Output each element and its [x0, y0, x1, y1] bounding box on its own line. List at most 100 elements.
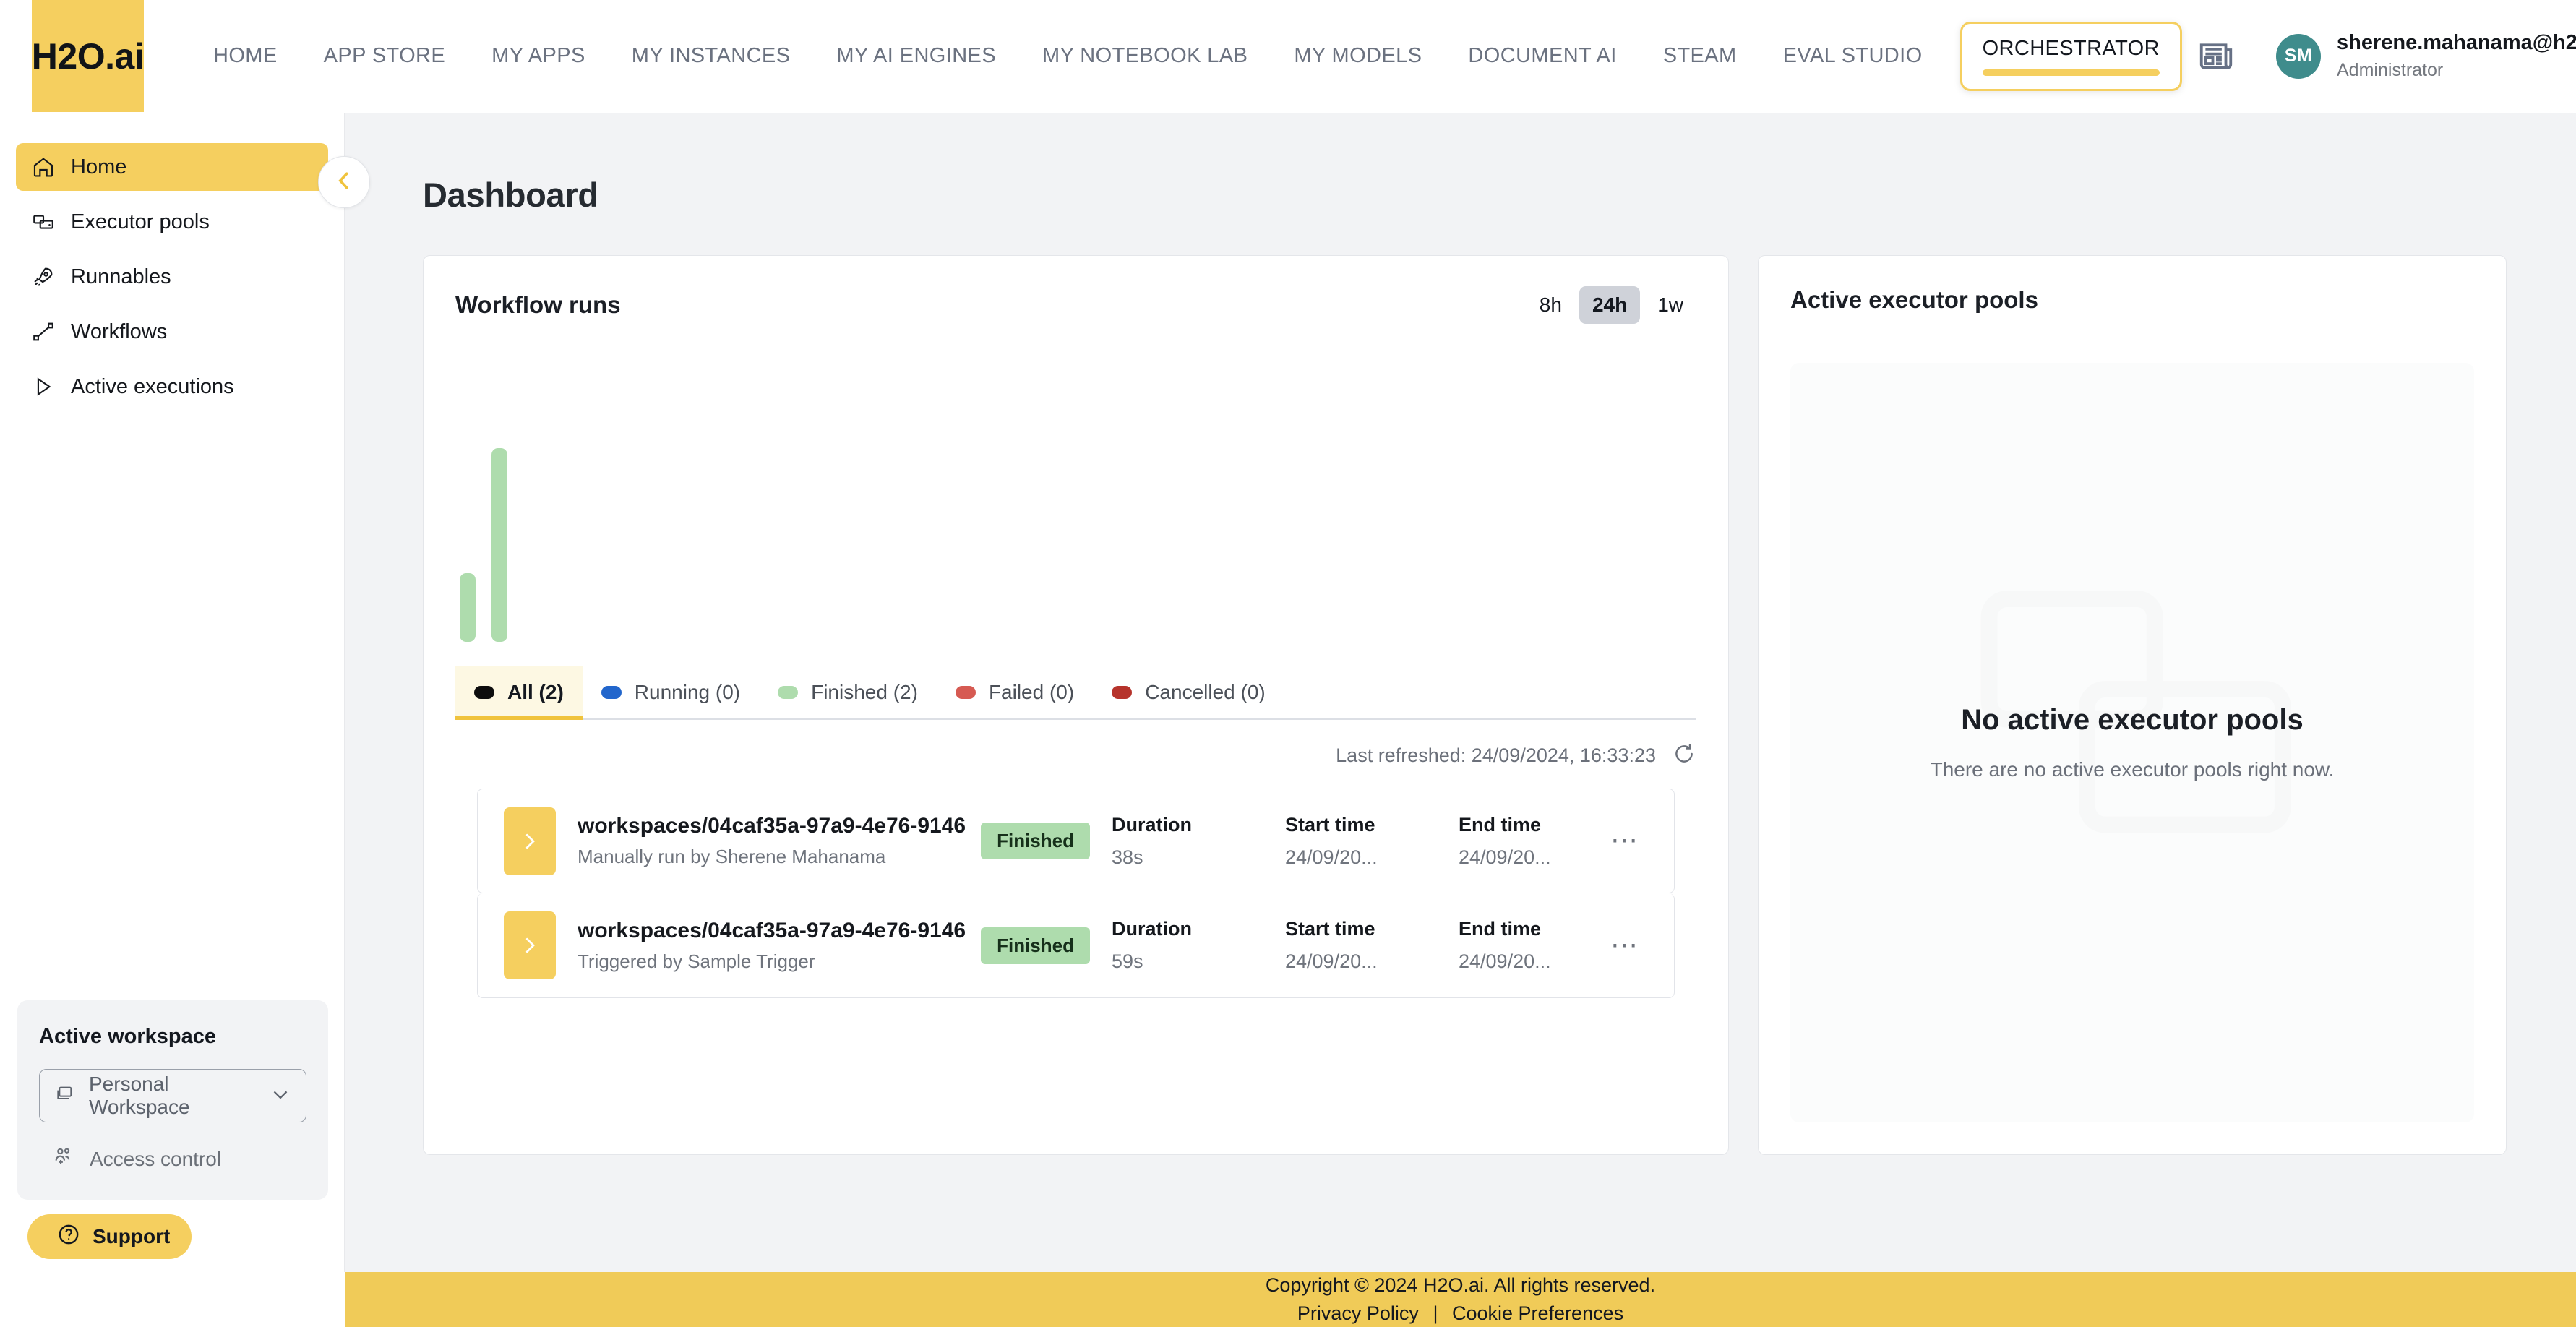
end-time-header: End time [1459, 813, 1542, 836]
nav-my-apps[interactable]: MY APPS [468, 0, 609, 112]
active-executor-pools-title: Active executor pools [1790, 286, 2038, 313]
run-play-button[interactable] [504, 911, 556, 979]
end-time-value: 24/09/20... [1459, 846, 1551, 868]
range-24h[interactable]: 24h [1579, 286, 1641, 324]
legend-label-cancelled: Cancelled (0) [1145, 681, 1266, 703]
run-end-time-col: End time 24/09/20... [1459, 918, 1610, 973]
sidebar-item-active-executions-label: Active executions [71, 374, 234, 398]
run-start-time-col: Start time 24/09/20... [1285, 918, 1437, 973]
user-email: sherene.mahanama@h2o.ai [2336, 31, 2576, 55]
nav-my-models[interactable]: MY MODELS [1271, 0, 1445, 112]
access-control-link[interactable]: Access control [39, 1144, 306, 1174]
duration-value: 59s [1112, 950, 1143, 972]
status-badge: Finished [981, 927, 1090, 964]
footer-separator: | [1433, 1302, 1438, 1324]
range-8h[interactable]: 8h [1527, 286, 1575, 324]
nav-home[interactable]: HOME [190, 0, 301, 112]
duration-header: Duration [1112, 813, 1192, 836]
legend-dot-cancelled [1112, 686, 1133, 699]
run-subtitle: Manually run by Sherene Mahanama [578, 846, 886, 867]
sidebar: Home Executor pools Runnables Workflows … [0, 113, 345, 1272]
users-add-icon [52, 1144, 77, 1174]
h2o-logo-text: H2O.ai [31, 35, 145, 77]
range-1w[interactable]: 1w [1644, 286, 1696, 324]
run-more-options-button[interactable]: ⋯ [1610, 932, 1641, 959]
nav-document-ai[interactable]: DOCUMENT AI [1445, 0, 1639, 112]
sidebar-item-home[interactable]: Home [16, 143, 328, 191]
sidebar-item-executor-pools[interactable]: Executor pools [16, 198, 328, 246]
sidebar-item-active-executions[interactable]: Active executions [16, 363, 328, 411]
run-name: workspaces/04caf35a-97a9-4e76-9146 [578, 814, 966, 838]
avatar[interactable]: SM [2275, 33, 2321, 79]
sidebar-item-workflows[interactable]: Workflows [16, 308, 328, 356]
workflow-icon [30, 319, 56, 345]
play-triangle-icon [30, 374, 56, 400]
sidebar-nav-list: Home Executor pools Runnables Workflows … [0, 113, 344, 411]
avatar-initials: SM [2284, 46, 2313, 66]
nav-my-notebook-lab[interactable]: MY NOTEBOOK LAB [1019, 0, 1271, 112]
chevron-left-icon [331, 168, 357, 197]
workspace-select[interactable]: Personal Workspace [39, 1069, 306, 1122]
chart-bar-2 [491, 448, 507, 642]
app-root: H2O.ai HOME APP STORE MY APPS MY INSTANC… [0, 0, 2576, 1327]
legend-label-running: Running (0) [634, 681, 741, 703]
chevron-down-icon [268, 1082, 293, 1110]
main-content: Dashboard Workflow runs 8h 24h 1w All (2… [345, 113, 2576, 1272]
sidebar-item-runnables-label: Runnables [71, 265, 171, 288]
legend-dot-failed [955, 686, 976, 699]
legend-filter-cancelled[interactable]: Cancelled (0) [1093, 666, 1284, 718]
run-play-button[interactable] [504, 807, 556, 875]
run-identity: workspaces/04caf35a-97a9-4e76-9146 Trigg… [578, 919, 981, 973]
workflow-runs-title: Workflow runs [455, 291, 621, 318]
workflow-runs-legend: All (2) Running (0) Finished (2) Failed … [455, 666, 1696, 720]
home-icon [30, 154, 56, 180]
workflow-runs-header: Workflow runs 8h 24h 1w [424, 256, 1728, 324]
sidebar-collapse-button[interactable] [318, 156, 370, 208]
run-duration-col: Duration 38s [1112, 814, 1263, 869]
cookie-preferences-link[interactable]: Cookie Preferences [1452, 1302, 1623, 1324]
top-nav-links: HOME APP STORE MY APPS MY INSTANCES MY A… [190, 0, 2197, 112]
nav-active-underline [1982, 69, 2160, 76]
run-identity: workspaces/04caf35a-97a9-4e76-9146 Manua… [578, 814, 981, 868]
legend-filter-failed[interactable]: Failed (0) [937, 666, 1093, 718]
refresh-icon[interactable] [1672, 742, 1696, 770]
legend-filter-finished[interactable]: Finished (2) [759, 666, 937, 718]
duration-header: Duration [1112, 918, 1192, 940]
legend-dot-finished [778, 686, 799, 699]
nav-orchestrator[interactable]: ORCHESTRATOR [1959, 21, 2182, 91]
start-time-value: 24/09/20... [1285, 846, 1378, 868]
sidebar-item-home-label: Home [71, 155, 127, 179]
privacy-policy-link[interactable]: Privacy Policy [1297, 1302, 1419, 1324]
executor-pools-empty-state: No active executor pools There are no ac… [1790, 363, 2474, 1122]
support-button[interactable]: Support [27, 1214, 192, 1259]
newspaper-icon[interactable] [2197, 37, 2236, 76]
footer-left-spacer [0, 1272, 345, 1327]
nav-app-store[interactable]: APP STORE [301, 0, 469, 112]
user-info[interactable]: sherene.mahanama@h2o.ai Administrator [2337, 30, 2576, 82]
sidebar-item-executor-pools-label: Executor pools [71, 210, 210, 233]
run-duration-col: Duration 59s [1112, 918, 1263, 973]
status-badge: Finished [981, 823, 1090, 859]
nav-my-ai-engines[interactable]: MY AI ENGINES [813, 0, 1019, 112]
run-name: workspaces/04caf35a-97a9-4e76-9146 [578, 918, 966, 942]
last-refreshed-label: Last refreshed: 24/09/2024, 16:33:23 [1336, 744, 1656, 766]
nav-eval-studio[interactable]: EVAL STUDIO [1760, 0, 1946, 112]
table-row[interactable]: workspaces/04caf35a-97a9-4e76-9146 Manua… [477, 789, 1675, 893]
table-row[interactable]: workspaces/04caf35a-97a9-4e76-9146 Trigg… [477, 893, 1675, 998]
sidebar-item-workflows-label: Workflows [71, 319, 168, 343]
nav-steam[interactable]: STEAM [1640, 0, 1760, 112]
workflow-runs-list: workspaces/04caf35a-97a9-4e76-9146 Manua… [477, 789, 1675, 998]
workflow-runs-card: Workflow runs 8h 24h 1w All (2) Running … [423, 255, 1729, 1155]
legend-filter-all[interactable]: All (2) [455, 666, 583, 720]
dashboard-cards: Workflow runs 8h 24h 1w All (2) Running … [423, 255, 2576, 1155]
nav-my-instances[interactable]: MY INSTANCES [609, 0, 814, 112]
legend-dot-running [601, 686, 622, 699]
legend-label-failed: Failed (0) [988, 681, 1075, 703]
workspace-select-value: Personal Workspace [89, 1073, 190, 1118]
legend-filter-running[interactable]: Running (0) [583, 666, 759, 718]
sidebar-item-runnables[interactable]: Runnables [16, 253, 328, 301]
legend-label-all: All (2) [507, 681, 564, 703]
run-more-options-button[interactable]: ⋯ [1610, 827, 1641, 854]
h2o-logo[interactable]: H2O.ai [31, 0, 145, 112]
active-workspace-card: Active workspace Personal Workspace Acce… [17, 1000, 328, 1200]
